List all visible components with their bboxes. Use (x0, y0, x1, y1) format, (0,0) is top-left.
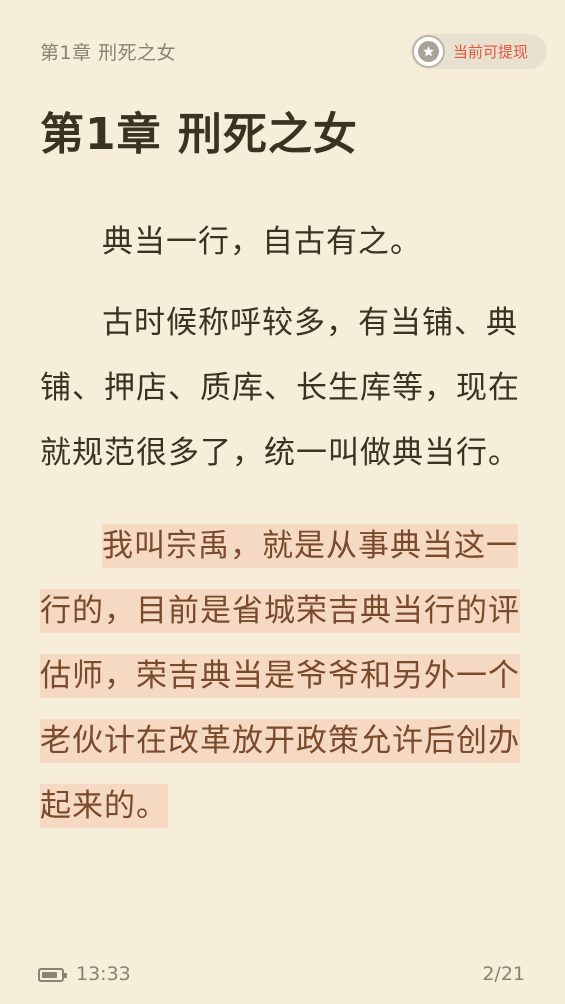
page-indicator: 2/21 (482, 963, 525, 985)
withdraw-label: 当前可提现 (453, 43, 529, 61)
reader-page[interactable]: 第1章 刑死之女 当前可提现 第1章 刑死之女 典当一行，自古有之。 古时候称呼… (0, 0, 565, 1004)
highlighted-text[interactable]: 我叫宗禹，就是从事典当这一行的，目前是省城荣吉典当行的评估师，荣吉典当是爷爷和另… (40, 524, 520, 828)
running-chapter-title: 第1章 刑死之女 (40, 42, 177, 64)
clock-time: 13:33 (76, 963, 131, 985)
highlighted-paragraph[interactable]: 我叫宗禹，就是从事典当这一行的，目前是省城荣吉典当行的评估师，荣吉典当是爷爷和另… (40, 514, 530, 839)
chapter-title: 第1章 刑死之女 (40, 109, 358, 160)
star-coin-icon (412, 35, 445, 68)
paragraph: 典当一行，自古有之。 (102, 224, 422, 260)
paragraph: 古时候称呼较多，有当铺、典铺、押店、质库、长生库等，现在就规范很多了，统一叫做典… (40, 305, 520, 471)
battery-icon (38, 968, 67, 982)
chapter-body[interactable]: 典当一行，自古有之。 古时候称呼较多，有当铺、典铺、押店、质库、长生库等，现在就… (40, 210, 530, 855)
withdraw-button[interactable]: 当前可提现 (411, 34, 547, 69)
battery-fill (42, 972, 58, 978)
